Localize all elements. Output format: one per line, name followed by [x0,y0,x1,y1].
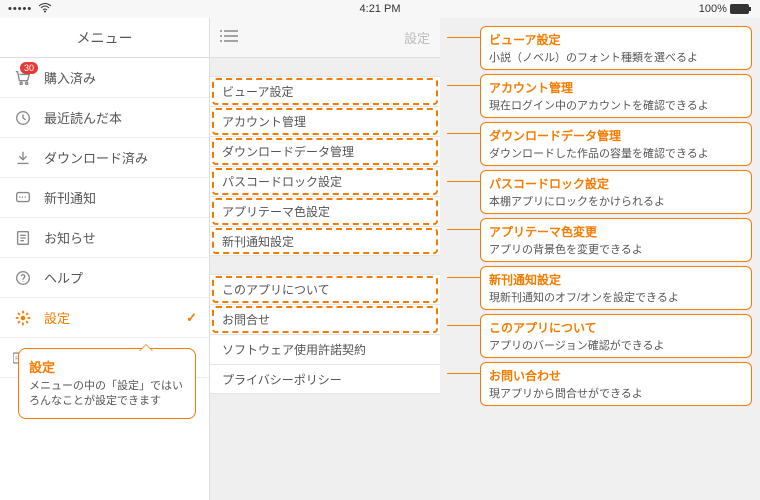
sidebar-item-6[interactable]: 設定 ✓ [0,298,209,338]
status-bar: ••••• 4:21 PM 100% [0,0,760,18]
sidebar-item-5[interactable]: ヘルプ [0,258,209,298]
sidebar-item-0[interactable]: 購入済み 30 [0,58,209,98]
signal-dots-icon: ••••• [8,3,32,15]
settings-callout: 設定 メニューの中の「設定」ではいろんなことが設定できます [18,348,196,419]
annotation-box: ダウンロードデータ管理ダウンロードした作品の容量を確認できるよ [480,122,752,166]
annotation-box: このアプリについてアプリのバージョン確認ができるよ [480,314,752,358]
note-icon [12,229,34,247]
annotation-desc: アプリの背景色を変更できるよ [489,241,743,257]
sidebar-item-4[interactable]: お知らせ [0,218,209,258]
settings-item[interactable]: このアプリについて [210,274,440,304]
wifi-icon [38,3,52,16]
sidebar-title: メニュー [0,18,209,58]
check-icon: ✓ [186,310,197,326]
settings-item[interactable]: プライバシーポリシー [210,364,440,394]
annotations-panel: ビューア設定小説（ノベル）のフォント種類を選べるよアカウント管理現在ログイン中の… [440,18,760,500]
settings-item[interactable]: ソフトウェア使用許諾契約 [210,334,440,364]
settings-item[interactable]: 新刊通知設定 [210,226,440,256]
clock-text: 4:21 PM [360,3,401,15]
sidebar-item-label: ヘルプ [44,268,83,287]
annotation-box: パスコードロック設定本棚アプリにロックをかけられるよ [480,170,752,214]
settings-item[interactable]: ダウンロードデータ管理 [210,136,440,166]
settings-item[interactable]: パスコードロック設定 [210,166,440,196]
list-icon[interactable] [220,29,238,46]
annotation-box: アカウント管理現在ログイン中のアカウントを確認できるよ [480,74,752,118]
sidebar: メニュー 購入済み30最近読んだ本ダウンロード済み新刊通知お知らせヘルプ設定✓F… [0,18,210,500]
annotation-box: お問い合わせ現アプリから問合せができるよ [480,362,752,406]
annotation-desc: アプリのバージョン確認ができるよ [489,337,743,353]
sidebar-item-label: 最近読んだ本 [44,108,122,127]
annotation-title: アカウント管理 [489,79,743,96]
settings-title: 設定 [404,28,430,47]
gear-icon [12,309,34,327]
annotation-desc: 本棚アプリにロックをかけられるよ [489,193,743,209]
settings-header: 設定 [210,18,440,58]
annotation-title: ダウンロードデータ管理 [489,127,743,144]
sidebar-item-1[interactable]: 最近読んだ本 [0,98,209,138]
clock-icon [12,109,34,127]
sidebar-item-3[interactable]: 新刊通知 [0,178,209,218]
annotation-box: ビューア設定小説（ノベル）のフォント種類を選べるよ [480,26,752,70]
sidebar-item-label: 新刊通知 [44,188,96,207]
annotation-title: パスコードロック設定 [489,175,743,192]
download-icon [12,149,34,167]
annotation-title: ビューア設定 [489,31,743,48]
annotation-desc: 現在ログイン中のアカウントを確認できるよ [489,97,743,113]
sidebar-item-label: ダウンロード済み [44,148,148,167]
sidebar-item-label: お知らせ [44,228,96,247]
sidebar-item-2[interactable]: ダウンロード済み [0,138,209,178]
annotation-title: お問い合わせ [489,367,743,384]
settings-item[interactable]: アカウント管理 [210,106,440,136]
annotation-desc: ダウンロードした作品の容量を確認できるよ [489,145,743,161]
sidebar-item-label: 購入済み [44,68,96,87]
chat-icon [12,189,34,207]
annotation-desc: 小説（ノベル）のフォント種類を選べるよ [489,49,743,65]
help-icon [12,269,34,287]
annotation-title: アプリテーマ色変更 [489,223,743,240]
settings-panel: 設定 ビューア設定アカウント管理ダウンロードデータ管理パスコードロック設定アプリ… [210,18,440,500]
settings-item[interactable]: お問合せ [210,304,440,334]
annotation-desc: 現アプリから問合せができるよ [489,385,743,401]
settings-item[interactable]: ビューア設定 [210,76,440,106]
sidebar-item-label: 設定 [44,308,70,327]
annotation-desc: 現新刊通知のオフ/オンを設定できるよ [489,289,743,305]
badge: 30 [20,62,38,74]
annotation-title: 新刊通知設定 [489,271,743,288]
annotation-box: アプリテーマ色変更アプリの背景色を変更できるよ [480,218,752,262]
annotation-box: 新刊通知設定現新刊通知のオフ/オンを設定できるよ [480,266,752,310]
callout-desc: メニューの中の「設定」ではいろんなことが設定できます [29,379,185,410]
battery-text: 100% [699,3,752,15]
callout-title: 設定 [29,357,185,376]
settings-item[interactable]: アプリテーマ色設定 [210,196,440,226]
annotation-title: このアプリについて [489,319,743,336]
